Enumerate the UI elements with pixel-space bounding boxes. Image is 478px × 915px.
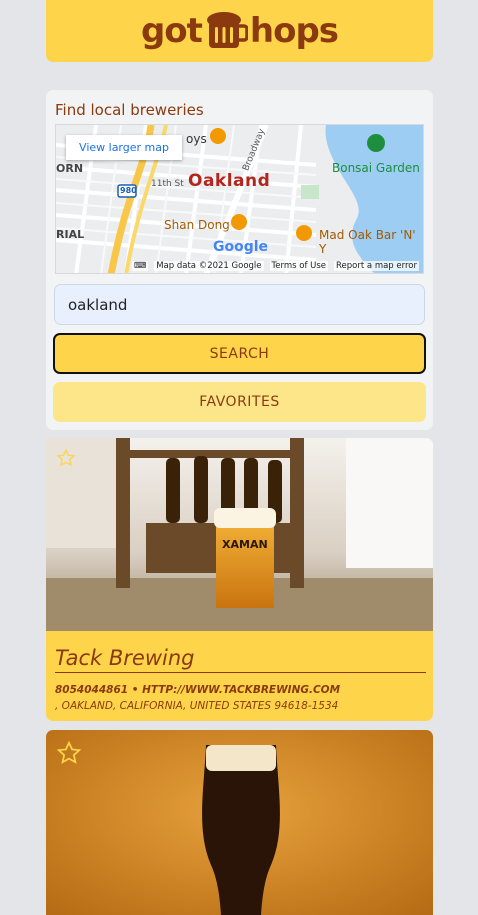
view-larger-map-link[interactable]: View larger map — [66, 135, 182, 160]
brewery-photo: XAMAN — [46, 438, 433, 631]
favorite-star-icon[interactable] — [56, 740, 82, 766]
favorite-star-icon[interactable] — [56, 448, 76, 468]
map-street-label: RIAL — [56, 228, 85, 241]
map-embed[interactable]: View larger map Oakland Bonsai Garden Sh… — [55, 124, 424, 274]
search-button[interactable]: SEARCH — [53, 333, 426, 374]
logo-text-right: hops — [249, 11, 339, 51]
brewery-phone-url[interactable]: 8054044861 • HTTP://WWW.TACKBREWING.COM — [55, 684, 340, 696]
map-city-label: Oakland — [188, 171, 271, 191]
brewery-name[interactable]: Tack Brewing — [55, 646, 426, 673]
map-data-attribution: Map data ©2021 Google — [154, 261, 264, 271]
report-map-error-link[interactable]: Report a map error — [334, 261, 419, 271]
map-footer: ⌨ Map data ©2021 Google Terms of Use Rep… — [56, 259, 423, 273]
map-shield-label: 980 — [120, 186, 137, 195]
search-panel: Find local breweries View larger map Oak… — [46, 90, 433, 430]
google-logo: Google — [213, 239, 269, 255]
keyboard-icon[interactable]: ⌨ — [131, 261, 149, 271]
brewery-photo — [46, 730, 433, 915]
brewery-card — [46, 730, 433, 915]
svg-text:XAMAN: XAMAN — [222, 538, 268, 551]
brewery-card: XAMAN Tack Brewing 8054044861 • HTTP://W… — [46, 438, 433, 721]
app-header: got hops — [46, 0, 433, 62]
brewery-address: , OAKLAND, CALIFORNIA, UNITED STATES 946… — [55, 700, 339, 712]
favorites-button[interactable]: FAVORITES — [53, 382, 426, 422]
logo: got hops — [140, 11, 339, 51]
map-place-label: Mad Oak Bar 'N' Y — [319, 228, 416, 256]
beer-mug-icon — [206, 12, 248, 48]
logo-text-left: got — [140, 11, 203, 51]
map-street-label: ORN — [56, 162, 84, 175]
map-street-label: 11th St — [151, 179, 184, 189]
map-place-label: Bonsai Garden — [332, 161, 420, 175]
find-breweries-label: Find local breweries — [55, 101, 204, 119]
map-place-label: oys — [186, 132, 207, 146]
city-search-input[interactable]: oakland — [54, 284, 425, 325]
terms-of-use-link[interactable]: Terms of Use — [269, 261, 329, 271]
map-place-label: Shan Dong — [164, 218, 230, 232]
